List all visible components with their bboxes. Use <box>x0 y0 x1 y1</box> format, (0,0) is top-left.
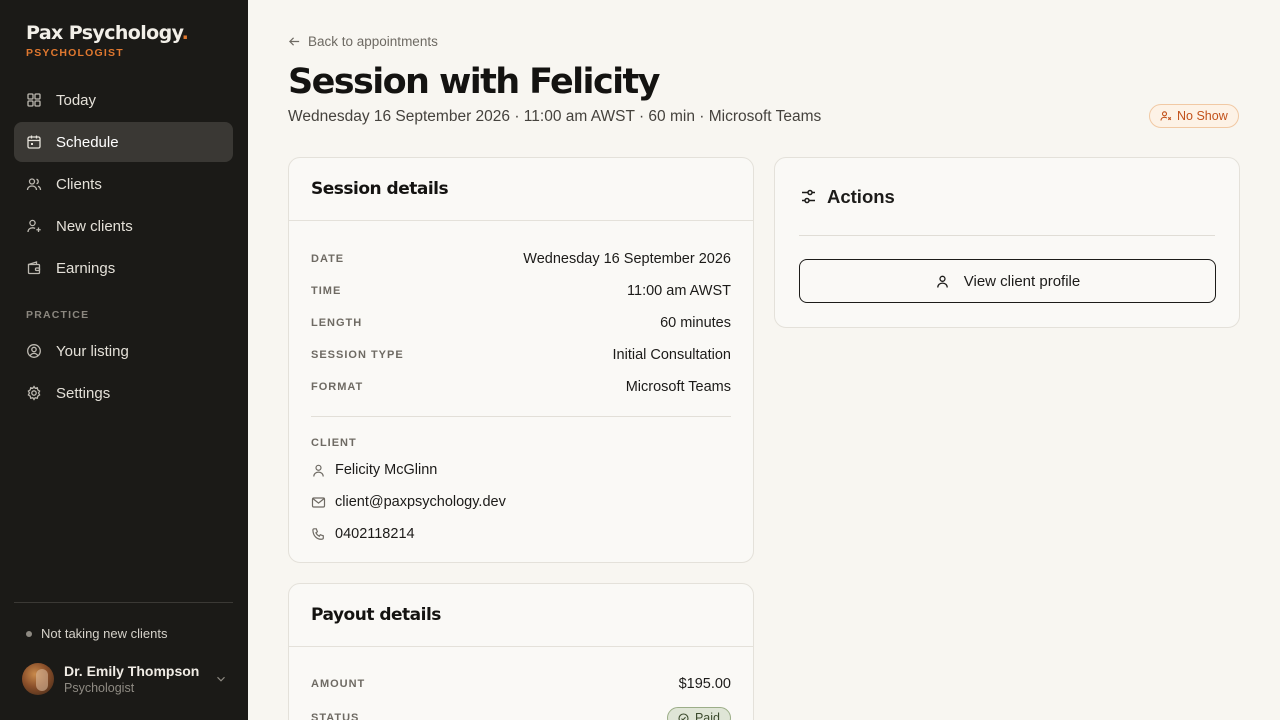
brand: Pax Psychology. PSYCHOLOGIST <box>26 22 189 59</box>
detail-value: Wednesday 16 September 2026 <box>523 251 731 267</box>
sidebar-divider <box>14 602 233 603</box>
back-to-appointments-link[interactable]: Back to appointments <box>288 34 438 49</box>
detail-row-session-type: SESSION TYPE Initial Consultation <box>311 339 731 371</box>
detail-value: Microsoft Teams <box>625 379 731 395</box>
sidebar-item-clients[interactable]: Clients <box>14 164 233 204</box>
sidebar: Pax Psychology. PSYCHOLOGIST Today Sched… <box>0 0 248 720</box>
sidebar-item-label: Schedule <box>56 133 119 151</box>
sidebar-item-label: Today <box>56 91 97 109</box>
brand-role: PSYCHOLOGIST <box>26 47 124 59</box>
chevron-down-icon[interactable] <box>214 672 228 686</box>
detail-row-format: FORMAT Microsoft Teams <box>311 371 731 403</box>
detail-label: TIME <box>311 285 342 297</box>
payout-row-amount: AMOUNT $195.00 <box>311 667 731 701</box>
client-phone[interactable]: 0402118214 <box>335 526 415 542</box>
user-role: Psychologist <box>64 681 135 695</box>
payout-details-card: Payout details AMOUNT $195.00 STATUS Pai… <box>288 583 754 720</box>
detail-label: SESSION TYPE <box>311 349 404 361</box>
detail-label: FORMAT <box>311 381 364 393</box>
check-circle-icon <box>678 712 689 720</box>
detail-label: LENGTH <box>311 317 363 329</box>
wallet-icon <box>27 261 41 275</box>
client-email-row: client@paxpsychology.dev <box>311 486 731 518</box>
sidebar-item-label: Settings <box>56 384 111 402</box>
sidebar-item-label: Your listing <box>56 342 129 360</box>
brand-dot: . <box>181 22 189 44</box>
sidebar-item-your-listing[interactable]: Your listing <box>14 331 233 371</box>
mail-icon <box>311 496 326 508</box>
brand-name: Pax Psychology <box>26 22 182 44</box>
payout-row-status: STATUS Paid <box>311 701 731 720</box>
user-name: Dr. Emily Thompson <box>64 663 200 679</box>
detail-value: 11:00 am AWST <box>627 283 731 299</box>
sliders-icon <box>802 189 815 204</box>
payout-label: STATUS <box>311 712 360 720</box>
status-badge: No Show <box>1149 104 1239 128</box>
card-title: Actions <box>827 185 895 207</box>
payout-status-label: Paid <box>694 711 720 720</box>
session-details-card: Session details DATE Wednesday 16 Septem… <box>288 157 754 563</box>
detail-value: Initial Consultation <box>612 347 732 363</box>
avatar <box>22 663 54 695</box>
payout-amount: $195.00 <box>678 676 731 692</box>
user-x-icon <box>1160 111 1172 121</box>
back-link-label: Back to appointments <box>308 34 438 49</box>
card-title: Session details <box>311 179 449 199</box>
user-menu[interactable]: Dr. Emily Thompson Psychologist <box>22 663 228 695</box>
detail-value: 60 minutes <box>660 315 731 331</box>
client-name-row: Felicity McGlinn <box>311 454 731 486</box>
gear-icon <box>27 385 41 401</box>
sidebar-item-settings[interactable]: Settings <box>14 373 233 413</box>
sidebar-item-label: New clients <box>56 217 133 235</box>
user-circle-icon <box>27 344 41 358</box>
sidebar-item-today[interactable]: Today <box>14 80 233 120</box>
detail-label: DATE <box>311 253 345 265</box>
sidebar-item-label: Earnings <box>56 259 116 277</box>
client-section-label: CLIENT <box>311 437 357 449</box>
main-nav: Today Schedule Clients New clients Earni… <box>14 80 233 290</box>
view-client-profile-button[interactable]: View client profile <box>799 259 1216 303</box>
practice-nav: Your listing Settings <box>14 331 233 415</box>
grid-icon <box>27 93 41 107</box>
availability-status-label: Not taking new clients <box>41 626 168 641</box>
sidebar-item-schedule[interactable]: Schedule <box>14 122 233 162</box>
page-title: Session with Felicity <box>288 62 660 102</box>
detail-row-time: TIME 11:00 am AWST <box>311 275 731 307</box>
status-dot-icon <box>26 630 32 637</box>
arrow-left-icon <box>289 37 300 46</box>
client-phone-row: 0402118214 <box>311 518 731 550</box>
sidebar-item-earnings[interactable]: Earnings <box>14 248 233 288</box>
page-subtitle: Wednesday 16 September 2026 · 11:00 am A… <box>288 108 822 125</box>
calendar-icon <box>27 135 41 149</box>
user-icon <box>313 464 324 477</box>
payout-label: AMOUNT <box>311 678 366 690</box>
view-client-profile-label: View client profile <box>963 272 1081 290</box>
user-plus-icon <box>27 219 41 233</box>
nav-section-practice: PRACTICE <box>26 309 90 321</box>
status-badge-label: No Show <box>1177 109 1228 123</box>
user-icon <box>936 275 948 288</box>
sidebar-item-new-clients[interactable]: New clients <box>14 206 233 246</box>
detail-row-date: DATE Wednesday 16 September 2026 <box>311 243 731 275</box>
payout-status-badge: Paid <box>666 707 731 720</box>
detail-row-length: LENGTH 60 minutes <box>311 307 731 339</box>
sidebar-item-label: Clients <box>56 175 102 193</box>
actions-card: Actions View client profile <box>774 157 1240 328</box>
phone-icon <box>312 527 324 540</box>
client-email[interactable]: client@paxpsychology.dev <box>335 494 506 510</box>
card-title: Payout details <box>311 605 441 625</box>
users-icon <box>26 178 42 191</box>
availability-status[interactable]: Not taking new clients <box>26 626 167 641</box>
brand-logo[interactable]: Pax Psychology. <box>26 22 189 44</box>
client-name: Felicity McGlinn <box>335 462 438 478</box>
